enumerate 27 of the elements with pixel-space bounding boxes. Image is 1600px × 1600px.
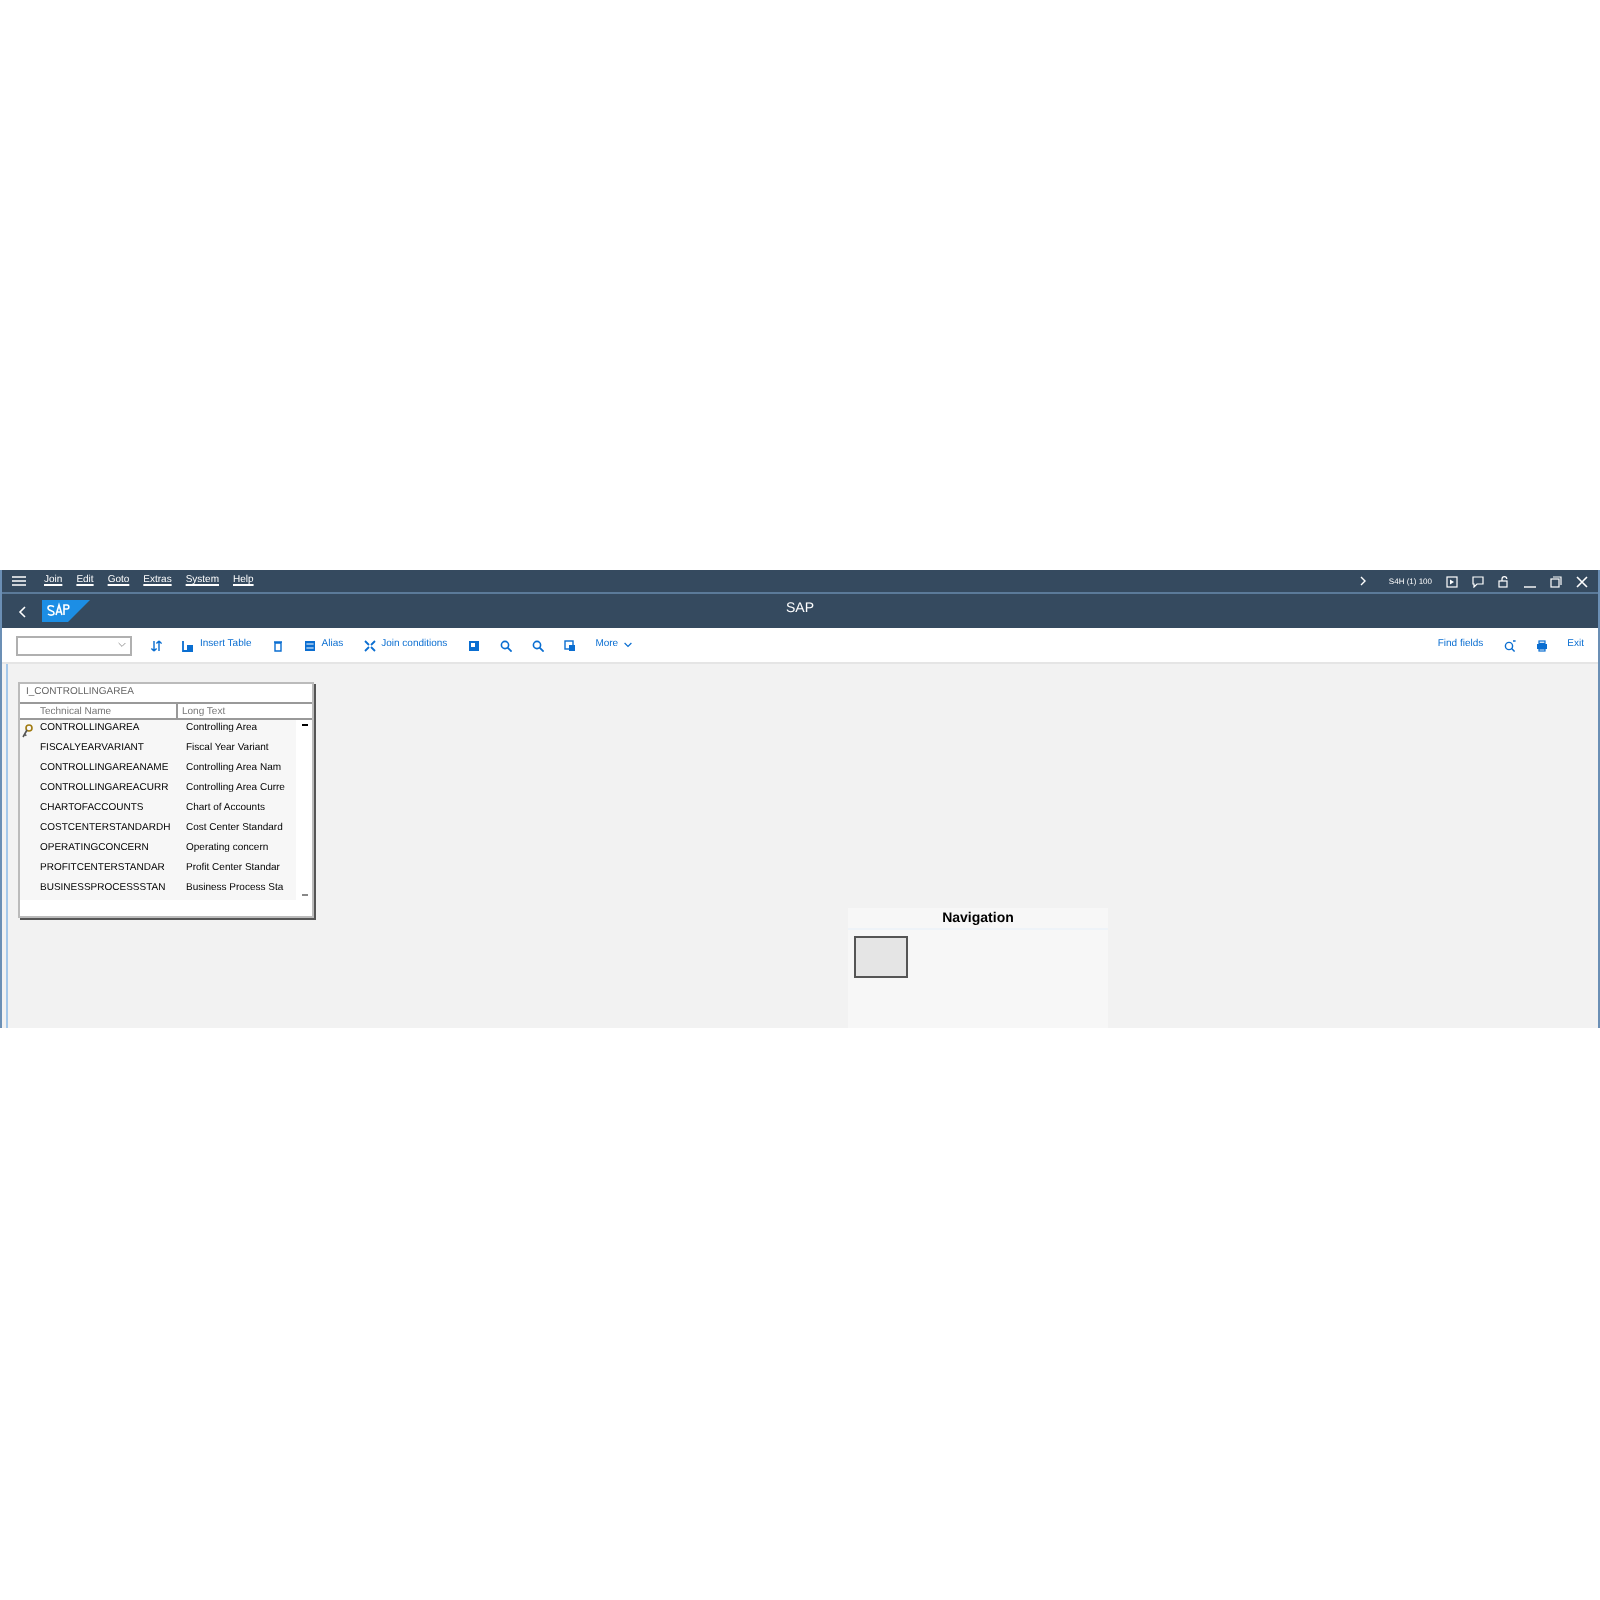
viewport-frame[interactable] [854,936,908,978]
zoom-out-icon[interactable] [531,639,544,651]
play-icon[interactable] [1446,575,1458,587]
search-icon[interactable] [1503,639,1516,651]
dropdown-field[interactable] [16,635,132,655]
close-icon[interactable] [1576,575,1588,587]
menu-icon[interactable] [12,576,26,586]
join-icon [363,639,376,651]
delete-icon[interactable] [271,639,284,651]
table-card[interactable] [18,682,314,918]
list-icon [303,639,316,651]
print-icon[interactable] [1535,639,1548,651]
comment-icon[interactable] [1472,575,1484,587]
lock-icon[interactable] [1498,575,1510,587]
horizontal-scrollbar[interactable] [20,900,312,916]
zoom-in-icon[interactable] [499,639,512,651]
caret-icon [118,642,126,648]
vertical-scrollbar[interactable] [296,720,312,900]
restore-icon[interactable] [1550,575,1562,587]
transfer-icon[interactable] [150,639,162,651]
fit-icon[interactable] [467,639,480,651]
caret-icon [624,642,633,648]
overview-icon[interactable] [563,639,576,651]
table-icon [182,639,194,651]
chevron-right-icon[interactable] [1360,576,1367,586]
back-icon[interactable] [18,605,26,617]
logo-icon [42,600,90,622]
